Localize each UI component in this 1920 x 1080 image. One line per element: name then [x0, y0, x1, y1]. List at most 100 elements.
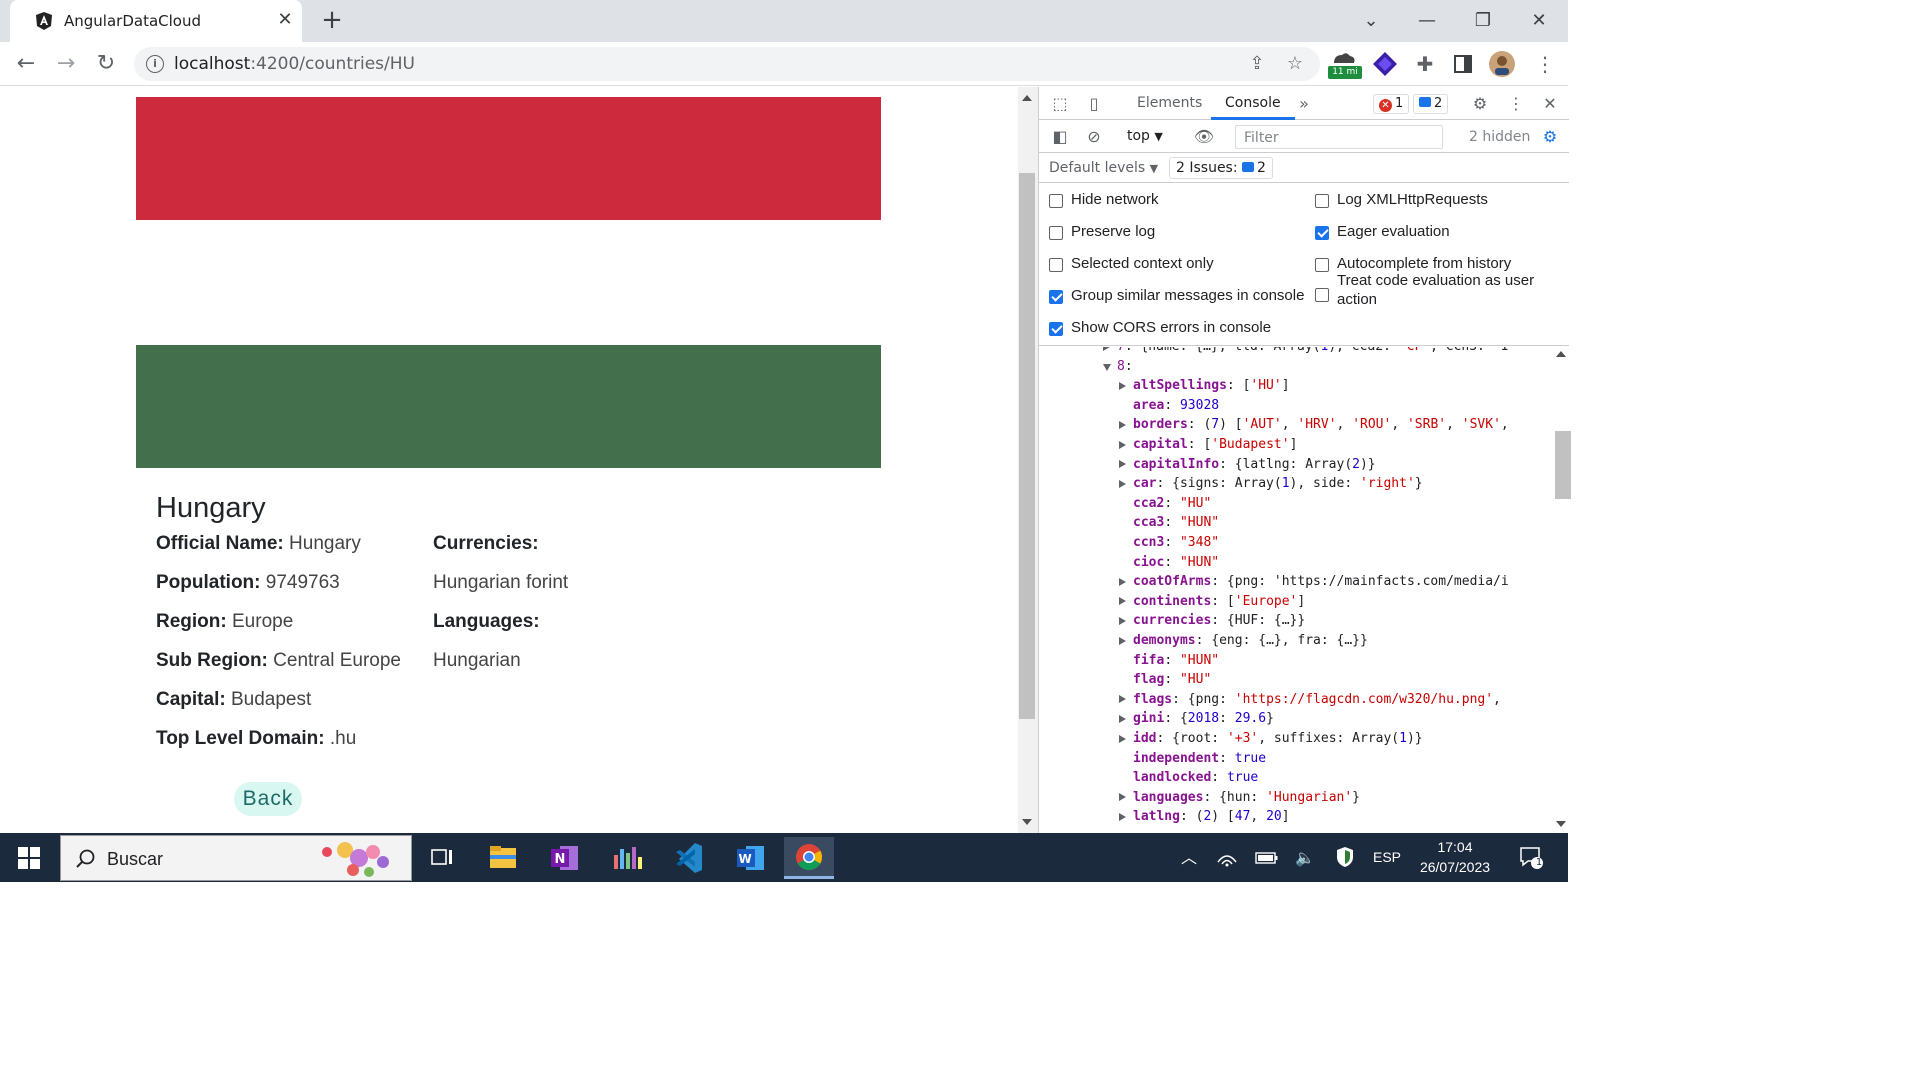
- wifi-icon[interactable]: [1214, 833, 1240, 882]
- setting-checkbox[interactable]: [1049, 258, 1063, 272]
- tab-search-icon[interactable]: ⌄: [1356, 6, 1386, 36]
- console-settings-gear-icon[interactable]: ⚙: [1539, 126, 1561, 148]
- collapsed-triangle-icon[interactable]: [1119, 714, 1126, 723]
- settings-gear-icon[interactable]: ⚙: [1469, 93, 1491, 115]
- context-selector[interactable]: top ▼: [1127, 128, 1163, 144]
- setting-checkbox[interactable]: [1315, 194, 1329, 208]
- tray-chevron-up-icon[interactable]: ︿: [1176, 833, 1202, 882]
- close-window-button[interactable]: ✕: [1524, 6, 1554, 36]
- clear-console-icon[interactable]: ⊘: [1083, 126, 1105, 148]
- collapsed-triangle-icon[interactable]: [1119, 381, 1126, 390]
- vscode-icon[interactable]: [664, 837, 714, 879]
- sidebar-toggle-icon[interactable]: ◧: [1049, 126, 1071, 148]
- collapsed-triangle-icon[interactable]: [1119, 793, 1126, 802]
- device-toolbar-icon[interactable]: ▯: [1083, 93, 1105, 115]
- console-property[interactable]: gini: {2018: 29.6}: [1133, 709, 1274, 728]
- console-property[interactable]: demonyms: {eng: {…}, fra: {…}}: [1133, 631, 1368, 650]
- taskbar-clock[interactable]: 17:04 26/07/2023: [1410, 837, 1500, 877]
- new-tab-button[interactable]: +: [318, 7, 346, 35]
- chrome-menu-icon[interactable]: ⋮: [1530, 49, 1560, 79]
- console-property[interactable]: altSpellings: ['HU']: [1133, 376, 1290, 395]
- error-count-badge[interactable]: ✕ 1: [1373, 94, 1410, 114]
- setting-checkbox[interactable]: [1315, 226, 1329, 240]
- volume-icon[interactable]: 🔈: [1292, 833, 1318, 882]
- collapsed-triangle-icon[interactable]: [1119, 597, 1126, 606]
- battery-icon[interactable]: [1254, 833, 1280, 882]
- setting-checkbox[interactable]: [1315, 288, 1329, 302]
- input-language[interactable]: ESP: [1370, 833, 1404, 882]
- setting-checkbox[interactable]: [1049, 226, 1063, 240]
- collapsed-triangle-icon[interactable]: [1119, 460, 1126, 469]
- collapsed-triangle-icon[interactable]: [1103, 347, 1110, 351]
- side-panel-icon[interactable]: [1448, 49, 1478, 79]
- share-icon[interactable]: ⇪: [1246, 53, 1268, 75]
- bookmark-star-icon[interactable]: ☆: [1284, 53, 1306, 75]
- url-text[interactable]: localhost:4200/countries/HU: [174, 54, 415, 74]
- collapsed-triangle-icon[interactable]: [1119, 812, 1126, 821]
- task-view-icon[interactable]: [416, 837, 466, 879]
- tab-elements[interactable]: Elements: [1137, 95, 1202, 111]
- forward-arrow-icon[interactable]: →: [52, 50, 80, 78]
- console-property[interactable]: borders: (7) ['AUT', 'HRV', 'ROU', 'SRB'…: [1133, 415, 1509, 434]
- setting-checkbox[interactable]: [1049, 194, 1063, 208]
- collapsed-triangle-icon[interactable]: [1119, 479, 1126, 488]
- site-info-icon[interactable]: i: [146, 55, 164, 73]
- back-button[interactable]: Back: [234, 782, 302, 816]
- page-scroll-thumb[interactable]: [1019, 173, 1035, 719]
- back-arrow-icon[interactable]: ←: [12, 50, 40, 78]
- console-array-entry-expanded[interactable]: 8:: [1117, 357, 1133, 376]
- console-property[interactable]: currencies: {HUF: {…}}: [1133, 611, 1305, 630]
- collapsed-triangle-icon[interactable]: [1119, 577, 1126, 586]
- log-levels-dropdown[interactable]: Default levels ▼: [1049, 160, 1158, 176]
- inspect-element-icon[interactable]: ⬚: [1049, 93, 1071, 115]
- tab-console[interactable]: Console: [1225, 95, 1281, 111]
- live-expression-eye-icon[interactable]: 👁: [1193, 126, 1215, 148]
- collapsed-triangle-icon[interactable]: [1119, 636, 1126, 645]
- message-count-badge[interactable]: 2: [1413, 94, 1449, 114]
- setting-checkbox[interactable]: [1049, 322, 1063, 336]
- reload-icon[interactable]: ↻: [92, 50, 120, 78]
- issues-button[interactable]: 2 Issues: 2: [1169, 157, 1273, 179]
- console-property[interactable]: latlng: (2) [47, 20]: [1133, 807, 1290, 826]
- console-scroll-thumb[interactable]: [1555, 431, 1571, 499]
- console-scrollbar[interactable]: [1553, 347, 1571, 833]
- collapsed-triangle-icon[interactable]: [1119, 616, 1126, 625]
- onenote-icon[interactable]: N: [540, 837, 590, 879]
- weather-extension-icon[interactable]: 11 mi: [1328, 49, 1362, 79]
- console-property[interactable]: car: {signs: Array(1), side: 'right'}: [1133, 474, 1423, 493]
- console-property[interactable]: capitalInfo: {latlng: Array(2)}: [1133, 455, 1376, 474]
- console-filter-input[interactable]: Filter: [1235, 125, 1443, 149]
- console-property[interactable]: coatOfArms: {png: 'https://mainfacts.com…: [1133, 572, 1509, 591]
- address-bar[interactable]: i localhost:4200/countries/HU ⇪ ☆: [134, 47, 1320, 81]
- minimize-button[interactable]: —: [1412, 6, 1442, 36]
- devtools-menu-icon[interactable]: ⋮: [1505, 93, 1527, 115]
- security-shield-icon[interactable]: [1332, 833, 1358, 882]
- setting-checkbox[interactable]: [1049, 290, 1063, 304]
- notifications-icon[interactable]: 1: [1514, 833, 1548, 882]
- chrome-icon[interactable]: [784, 837, 834, 879]
- scroll-up-arrow-icon[interactable]: [1022, 95, 1032, 101]
- close-devtools-icon[interactable]: ✕: [1539, 93, 1561, 115]
- console-property[interactable]: capital: ['Budapest']: [1133, 435, 1297, 454]
- taskbar-search-box[interactable]: Buscar: [60, 835, 412, 881]
- console-property[interactable]: idd: {root: '+3', suffixes: Array(1)}: [1133, 729, 1423, 748]
- expanded-triangle-icon[interactable]: [1103, 363, 1111, 371]
- more-tabs-icon[interactable]: »: [1293, 93, 1315, 115]
- close-tab-icon[interactable]: ✕: [274, 9, 296, 31]
- stock-app-icon[interactable]: [602, 837, 652, 879]
- console-property[interactable]: continents: ['Europe']: [1133, 592, 1305, 611]
- word-icon[interactable]: W: [726, 837, 776, 879]
- file-explorer-icon[interactable]: [478, 837, 528, 879]
- windows-start-icon[interactable]: [18, 847, 40, 869]
- console-array-entry[interactable]: 7: {name: {…}, tld: Array(1), cca2: 'CF'…: [1117, 347, 1508, 356]
- scroll-down-arrow-icon[interactable]: [1556, 821, 1566, 827]
- page-scrollbar[interactable]: [1018, 87, 1038, 833]
- scroll-down-arrow-icon[interactable]: [1022, 819, 1032, 825]
- collapsed-triangle-icon[interactable]: [1119, 420, 1126, 429]
- console-property[interactable]: languages: {hun: 'Hungarian'}: [1133, 788, 1360, 807]
- extension-diamond-icon[interactable]: [1370, 49, 1400, 79]
- collapsed-triangle-icon[interactable]: [1119, 695, 1126, 704]
- collapsed-triangle-icon[interactable]: [1119, 734, 1126, 743]
- setting-checkbox[interactable]: [1315, 258, 1329, 272]
- scroll-up-arrow-icon[interactable]: [1556, 351, 1566, 357]
